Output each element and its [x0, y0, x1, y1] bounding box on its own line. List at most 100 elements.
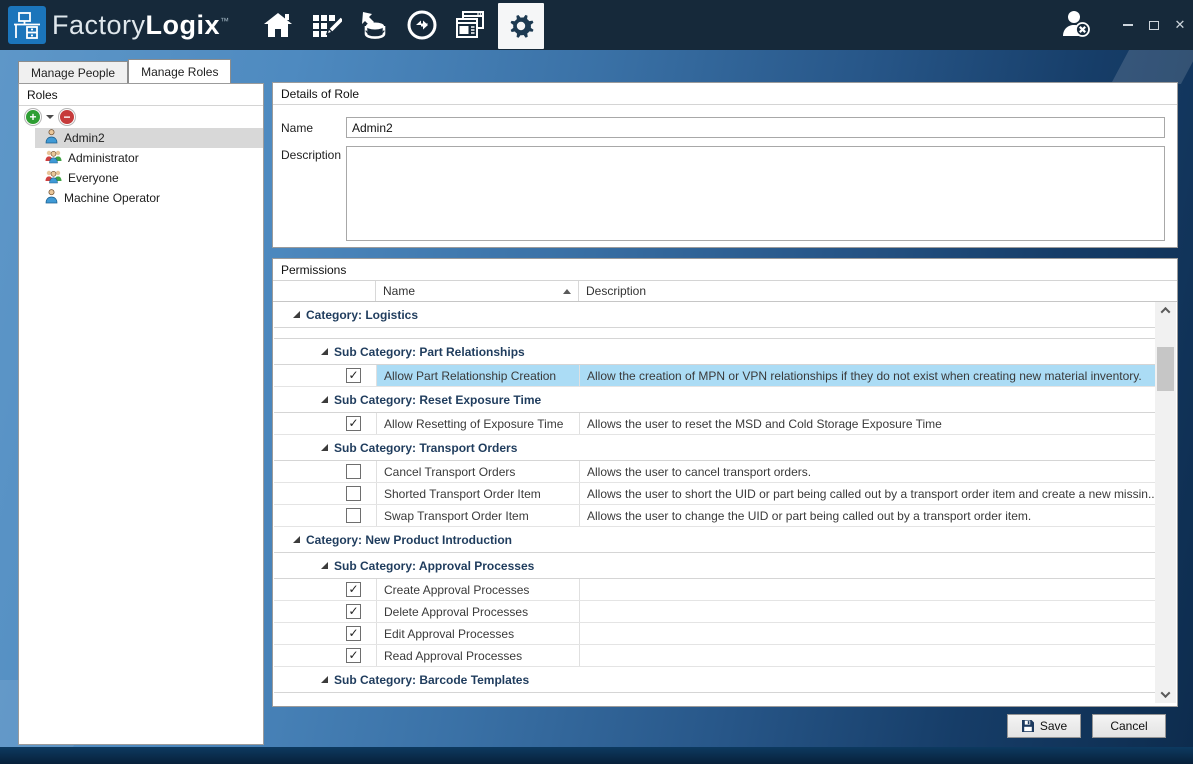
permission-subcategory-row[interactable]: Sub Category: Part Relationships: [274, 339, 1155, 365]
permission-checkbox-cell: ✓: [274, 365, 377, 386]
permission-category-row[interactable]: Category: New Product Introduction: [274, 527, 1155, 553]
role-item-label: Machine Operator: [64, 191, 160, 205]
permission-checkbox[interactable]: ✓: [346, 416, 361, 431]
permission-subcategory-row[interactable]: Sub Category: Approval Processes: [274, 553, 1155, 579]
nav-grid-pencil-icon[interactable]: [306, 2, 346, 48]
permission-checkbox[interactable]: ✓: [346, 626, 361, 641]
permission-subcategory-row[interactable]: Sub Category: Barcode Templates: [274, 667, 1155, 693]
permission-checkbox-cell: ✓: [274, 645, 377, 666]
nav-reports-icon[interactable]: [450, 2, 490, 48]
minimize-button[interactable]: [1115, 0, 1141, 50]
permission-row[interactable]: ✓Delete Approval Processes: [274, 601, 1155, 623]
role-description-input[interactable]: [346, 146, 1165, 241]
role-name-input[interactable]: [346, 117, 1165, 138]
roles-panel-title: Roles: [19, 84, 263, 106]
window-bottom-edge: [0, 747, 1193, 764]
permission-checkbox[interactable]: [346, 464, 361, 479]
permission-row[interactable]: ✓ Allow Resetting of Exposure TimeAllows …: [274, 413, 1155, 435]
permission-checkbox[interactable]: [346, 508, 361, 523]
permission-checkbox-cell: ✓: [274, 601, 377, 622]
permission-description: [580, 645, 1155, 666]
cancel-button[interactable]: Cancel: [1092, 714, 1166, 738]
permission-name: Create Approval Processes: [377, 579, 580, 600]
permissions-panel: Permissions Name Description Category: L…: [272, 258, 1178, 707]
tab-manage-roles[interactable]: Manage Roles: [128, 59, 231, 83]
permission-checkbox[interactable]: ✓: [346, 648, 361, 663]
permission-description: Allows the user to short the UID or part…: [580, 483, 1155, 504]
permission-description: Allows the user to reset the MSD and Col…: [580, 413, 1155, 434]
permission-checkbox[interactable]: ✓: [346, 582, 361, 597]
tab-manage-people[interactable]: Manage People: [18, 61, 128, 83]
roles-panel: Roles + − Admin2 Administrator Everyone Mac…: [18, 83, 264, 745]
permission-group-row-clipped[interactable]: Sub Category:: [274, 328, 1155, 339]
decor-streak: [1111, 50, 1193, 84]
permission-subcategory-row[interactable]: Sub Category: Reset Exposure Time: [274, 387, 1155, 413]
role-item-administrator[interactable]: Administrator: [35, 148, 263, 168]
permission-name: Allow Resetting of Exposure Time: [377, 413, 580, 434]
permission-description: [580, 623, 1155, 644]
permission-category-row[interactable]: Category: Logistics: [274, 302, 1155, 328]
expander-collapse-icon[interactable]: [321, 348, 328, 355]
scroll-down-button[interactable]: [1155, 686, 1176, 703]
permission-subcategory-row[interactable]: Sub Category: Transport Orders: [274, 435, 1155, 461]
expander-collapse-icon[interactable]: [321, 396, 328, 403]
permission-row[interactable]: ✓Edit Approval Processes: [274, 623, 1155, 645]
expander-collapse-icon[interactable]: [321, 676, 328, 683]
expander-collapse-icon[interactable]: [321, 444, 328, 451]
permission-name: Swap Transport Order Item: [377, 505, 580, 526]
expander-collapse-icon[interactable]: [293, 536, 300, 543]
roles-list: Admin2 Administrator Everyone Machine Opera…: [19, 128, 263, 208]
add-role-button[interactable]: +: [25, 109, 41, 125]
logout-user-icon[interactable]: [1059, 8, 1093, 43]
person-icon: [45, 189, 58, 207]
role-item-everyone[interactable]: Everyone: [35, 168, 263, 188]
scrollbar-track[interactable]: [1155, 319, 1176, 686]
permission-row[interactable]: ✓Read Approval Processes: [274, 645, 1155, 667]
permission-row[interactable]: Swap Transport Order ItemAllows the user…: [274, 505, 1155, 527]
permission-checkbox[interactable]: [346, 486, 361, 501]
vertical-scrollbar[interactable]: [1155, 302, 1176, 703]
permission-row[interactable]: Shorted Transport Order ItemAllows the u…: [274, 483, 1155, 505]
role-item-admin2[interactable]: Admin2: [35, 128, 263, 148]
expander-collapse-icon[interactable]: [321, 562, 328, 569]
permission-checkbox-cell: [274, 483, 377, 504]
scroll-up-button[interactable]: [1155, 302, 1176, 319]
nav-home-icon[interactable]: [258, 2, 298, 48]
permission-description: Allows the user to change the UID or par…: [580, 505, 1155, 526]
nav-database-import-icon[interactable]: [354, 2, 394, 48]
scrollbar-thumb[interactable]: [1157, 347, 1174, 391]
permission-checkbox[interactable]: ✓: [346, 368, 361, 383]
expander-collapse-icon[interactable]: [293, 311, 300, 318]
factorylogix-logo-icon: [8, 6, 46, 44]
permission-checkbox-cell: [274, 461, 377, 482]
permission-checkbox-cell: ✓: [274, 579, 377, 600]
permission-row[interactable]: ✓Allow Part Relationship CreationAllow t…: [274, 365, 1155, 387]
group-icon: [45, 149, 62, 167]
chevron-up-icon: [1161, 307, 1171, 317]
permissions-grid-header: Name Description: [273, 281, 1177, 302]
permission-description: Allow the creation of MPN or VPN relatio…: [580, 365, 1155, 386]
permission-row[interactable]: ✓ Create Approval Processes: [274, 579, 1155, 601]
checkbox-column-header[interactable]: [273, 281, 376, 301]
description-column-header[interactable]: Description: [579, 281, 1177, 301]
save-button[interactable]: Save: [1007, 714, 1081, 738]
sort-ascending-icon: [563, 289, 571, 294]
add-role-dropdown-icon[interactable]: [46, 115, 54, 119]
permission-checkbox-cell: ✓: [274, 413, 377, 434]
save-icon: [1021, 719, 1035, 733]
main-nav: [254, 0, 548, 50]
close-button[interactable]: ✕: [1167, 0, 1193, 50]
permission-checkbox[interactable]: ✓: [346, 604, 361, 619]
remove-role-button[interactable]: −: [59, 109, 75, 125]
nav-sync-icon[interactable]: [402, 2, 442, 48]
description-label: Description: [281, 148, 341, 162]
permissions-rows-viewport: Category: LogisticsSub Category:Sub Cate…: [274, 302, 1155, 703]
permission-row[interactable]: Cancel Transport OrdersAllows the user t…: [274, 461, 1155, 483]
role-item-machine-operator[interactable]: Machine Operator: [35, 188, 263, 208]
nav-gear-icon[interactable]: [498, 3, 544, 49]
permissions-panel-title: Permissions: [273, 259, 1177, 281]
name-column-header[interactable]: Name: [376, 281, 579, 301]
permission-checkbox-cell: [274, 505, 377, 526]
role-item-label: Administrator: [68, 151, 139, 165]
maximize-button[interactable]: [1141, 0, 1167, 50]
